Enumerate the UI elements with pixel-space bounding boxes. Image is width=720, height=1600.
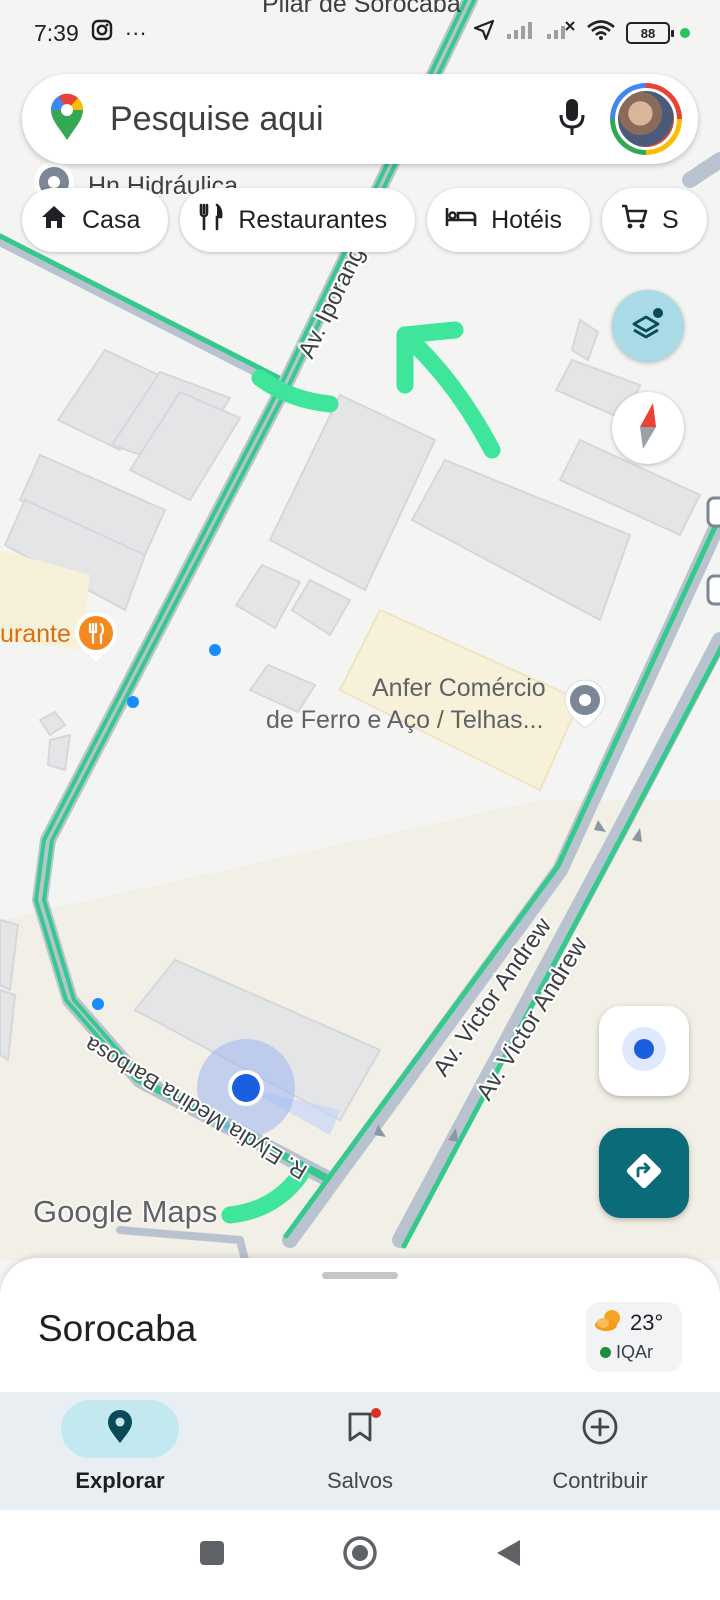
chip-casa[interactable]: Casa <box>22 188 169 252</box>
back-triangle-icon[interactable] <box>494 1538 522 1573</box>
layers-button[interactable] <box>612 290 684 362</box>
map-label-restaurante: urante <box>0 620 71 648</box>
category-chips: Casa Restaurantes Hotéis S <box>22 188 707 252</box>
bottom-navigation: Explorar Salvos Contribuir <box>0 1392 720 1510</box>
status-overflow-dots: ··· <box>124 20 147 45</box>
instagram-icon <box>91 19 113 47</box>
compass-button[interactable] <box>612 392 684 464</box>
home-circle-icon[interactable] <box>342 1535 378 1576</box>
status-bar: 7:39 ··· 88 <box>0 0 720 66</box>
restaurant-pin-icon[interactable] <box>75 612 117 661</box>
bookmark-icon <box>347 1411 373 1448</box>
chip-restaurantes[interactable]: Restaurantes <box>180 188 416 252</box>
wifi-icon <box>586 19 616 47</box>
place-title: Sorocaba <box>38 1308 197 1349</box>
signal-icon <box>506 20 536 46</box>
search-bar[interactable]: Pesquise aqui <box>22 74 698 164</box>
directions-icon <box>624 1151 664 1196</box>
nav-contribuir[interactable]: Contribuir <box>480 1392 720 1510</box>
aqi-label: IQAr <box>616 1342 654 1362</box>
directions-button[interactable] <box>599 1128 689 1218</box>
nav-salvos[interactable]: Salvos <box>240 1392 480 1510</box>
notification-dot <box>371 1408 381 1418</box>
navigation-arrow-icon <box>472 18 496 48</box>
status-time: 7:39 <box>34 19 79 46</box>
fork-knife-icon <box>198 203 224 238</box>
search-input[interactable]: Pesquise aqui <box>110 100 558 139</box>
privacy-indicator-dot <box>680 28 690 38</box>
chip-label: S <box>661 205 679 234</box>
google-maps-watermark: Google Maps <box>33 1194 218 1229</box>
account-avatar[interactable] <box>610 83 682 155</box>
explore-pin-icon <box>107 1409 133 1449</box>
signal-no-service-icon <box>546 20 576 46</box>
chip-label: Casa <box>82 205 141 234</box>
chip-label: Hotéis <box>491 205 562 234</box>
system-navigation-bar <box>0 1510 720 1600</box>
my-location-icon <box>619 1024 669 1079</box>
recents-square-icon[interactable] <box>198 1539 226 1572</box>
map-label-anfer-line2: de Ferro e Aço / Telhas... <box>266 706 544 734</box>
nav-label: Explorar <box>75 1468 165 1493</box>
chip-hoteis[interactable]: Hotéis <box>427 188 590 252</box>
home-icon <box>40 204 68 237</box>
bottom-sheet[interactable]: Sorocaba 23° IQAr <box>0 1258 720 1392</box>
weather-widget[interactable]: 23° IQAr <box>586 1302 682 1372</box>
my-location-button[interactable] <box>599 1006 689 1096</box>
temperature: 23° <box>630 1310 664 1335</box>
partly-cloudy-icon <box>594 1308 624 1338</box>
nav-label: Salvos <box>326 1468 394 1493</box>
aqi-status-dot <box>600 1347 611 1358</box>
cart-icon <box>620 203 648 238</box>
map-label-anfer-line1: Anfer Comércio <box>372 674 546 702</box>
battery-indicator: 88 <box>626 22 674 44</box>
layers-icon <box>630 306 666 347</box>
chip-label: Restaurantes <box>238 205 388 234</box>
sheet-drag-handle[interactable] <box>322 1272 398 1279</box>
chip-shopping[interactable]: S <box>601 188 707 252</box>
add-circle-icon <box>581 1408 619 1451</box>
nav-explorar[interactable]: Explorar <box>0 1392 240 1510</box>
google-maps-pin-icon <box>50 93 84 146</box>
microphone-icon[interactable] <box>558 97 586 142</box>
bed-icon <box>445 206 477 235</box>
compass-icon <box>631 401 665 456</box>
nav-label: Contribuir <box>552 1468 648 1493</box>
